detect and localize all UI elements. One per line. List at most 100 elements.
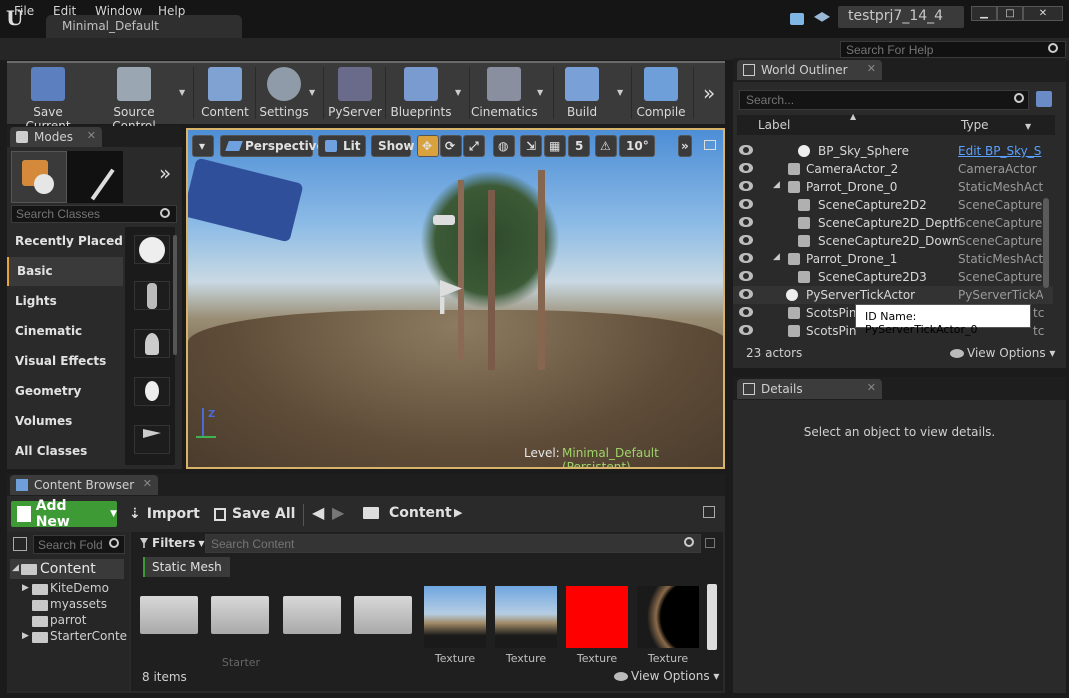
perspective-button[interactable]: Perspective [220, 135, 325, 157]
category-visual-effects[interactable]: Visual Effects [7, 347, 123, 376]
category-volumes[interactable]: Volumes [7, 407, 123, 436]
help-search-input[interactable] [840, 41, 1066, 58]
close-icon[interactable]: ✕ [143, 477, 152, 490]
filters-button[interactable]: Filters ▼ [140, 534, 205, 552]
camera-icon[interactable] [433, 215, 455, 225]
edit-blueprint-link[interactable]: Edit BP_Sky_S [958, 144, 1043, 158]
visibility-icon[interactable] [739, 145, 753, 155]
viewport-options-dropdown[interactable]: ▾ [192, 135, 214, 157]
content-search-input[interactable] [205, 534, 701, 553]
visibility-icon[interactable] [739, 307, 753, 317]
empty-character-item[interactable] [134, 281, 170, 310]
save-all-button[interactable]: Save All [214, 501, 295, 527]
save-current-button[interactable]: Save Current [9, 63, 87, 133]
settings-dropdown-icon[interactable]: ▼ [309, 88, 315, 97]
outliner-row[interactable]: BP_Sky_Sphere Edit BP_Sky_S [733, 142, 1053, 160]
content-button[interactable]: Content [197, 63, 253, 123]
expand-icon[interactable]: ◢ [773, 180, 780, 190]
modes-overflow-icon[interactable]: » [159, 161, 171, 185]
expand-icon[interactable]: ◢ [773, 252, 780, 262]
outliner-row[interactable]: ◢ Parrot_Drone_0 StaticMeshActc [733, 178, 1053, 196]
cinematics-button[interactable]: Cinematics [471, 63, 538, 123]
column-type[interactable]: Type [961, 118, 989, 132]
grid-snap-value[interactable]: 5 [568, 135, 590, 157]
column-label[interactable]: Label [758, 118, 790, 132]
filter-chip-static-mesh[interactable]: Static Mesh [143, 557, 230, 577]
blueprints-button[interactable]: Blueprints [389, 63, 453, 123]
lock-icon[interactable] [703, 506, 715, 518]
menu-file[interactable]: File [14, 4, 34, 18]
outliner-row[interactable]: SceneCapture2D_Depth SceneCapture2 [733, 214, 1053, 232]
feedback-icon[interactable] [790, 13, 804, 25]
player-start-item[interactable] [134, 425, 170, 454]
forward-arrow-icon[interactable]: ▶ [332, 503, 344, 522]
world-outliner-tab[interactable]: World Outliner ✕ [737, 60, 882, 80]
empty-pawn-item[interactable] [134, 329, 170, 358]
rotate-tool-icon[interactable]: ⟳ [440, 135, 462, 157]
minimize-button[interactable]: ▁ [971, 6, 997, 21]
blueprints-dropdown-icon[interactable]: ▼ [455, 88, 461, 97]
point-light-item[interactable] [134, 377, 170, 406]
camera-actor[interactable] [188, 157, 304, 243]
outliner-row[interactable]: CameraActor_2 CameraActor [733, 160, 1053, 178]
path-chevron-icon[interactable]: ▶ [454, 506, 462, 519]
source-control-button[interactable]: Source Control [91, 63, 177, 133]
close-icon[interactable]: ✕ [867, 62, 876, 75]
content-browser-tab[interactable]: Content Browser ✕ [10, 475, 158, 495]
search-classes-input[interactable] [11, 205, 177, 223]
asset-scrollbar[interactable] [707, 584, 717, 650]
close-icon[interactable]: ✕ [867, 381, 876, 394]
column-dropdown-icon[interactable]: ▼ [1025, 122, 1031, 131]
category-lights[interactable]: Lights [7, 287, 123, 316]
outliner-search-input[interactable] [739, 90, 1029, 110]
back-arrow-icon[interactable]: ◀ [312, 503, 324, 522]
maximize-viewport-icon[interactable] [704, 140, 716, 150]
add-folder-icon[interactable] [1036, 91, 1052, 107]
maximize-button[interactable]: □ [997, 6, 1023, 21]
build-button[interactable]: Build [557, 63, 607, 123]
details-tab[interactable]: Details ✕ [737, 379, 882, 399]
viewport-toolbar-overflow-icon[interactable]: » [678, 135, 692, 157]
category-basic[interactable]: Basic [7, 257, 123, 286]
build-dropdown-icon[interactable]: ▼ [617, 88, 623, 97]
texture-tile[interactable] [637, 586, 699, 648]
outliner-row[interactable]: SceneCapture2D2 SceneCapture2 [733, 196, 1053, 214]
outliner-scrollbar[interactable] [1043, 198, 1049, 288]
path-content[interactable]: Content [389, 505, 452, 521]
modes-scrollbar[interactable] [173, 235, 177, 355]
visibility-icon[interactable] [739, 325, 753, 335]
category-geometry[interactable]: Geometry [7, 377, 123, 406]
menu-edit[interactable]: Edit [53, 4, 76, 18]
modes-tab[interactable]: Modes ✕ [10, 127, 102, 147]
outliner-row[interactable]: PyServerTickActor PyServerTickAc [733, 286, 1053, 304]
menu-window[interactable]: Window [95, 4, 142, 18]
compile-button[interactable]: Compile [633, 63, 689, 123]
outliner-row[interactable]: SceneCapture2D3 SceneCapture2 [733, 268, 1053, 286]
source-control-dropdown-icon[interactable]: ▼ [179, 88, 185, 97]
cinematics-dropdown-icon[interactable]: ▼ [537, 88, 543, 97]
visibility-icon[interactable] [739, 199, 753, 209]
tree-item-myassets[interactable]: myassets [50, 597, 107, 611]
folder-tile[interactable] [283, 596, 341, 634]
pyserver-button[interactable]: PyServer [327, 63, 383, 123]
toolbar-overflow-icon[interactable]: » [703, 81, 715, 105]
paint-mode-tab[interactable] [67, 151, 123, 203]
texture-tile[interactable] [495, 586, 557, 648]
settings-button[interactable]: Settings [257, 63, 311, 123]
rotation-snap-icon[interactable]: ⚠ [595, 135, 617, 157]
outliner-row[interactable]: SceneCapture2D_Down SceneCapture2 [733, 232, 1053, 250]
tree-item-kitedemo[interactable]: KiteDemo [50, 581, 109, 595]
texture-tile[interactable] [566, 586, 628, 648]
visibility-icon[interactable] [739, 253, 753, 263]
sources-toggle-icon[interactable] [13, 537, 27, 551]
menu-help[interactable]: Help [158, 4, 185, 18]
tree-item-startercontent[interactable]: StarterConte [50, 629, 127, 643]
visibility-icon[interactable] [739, 163, 753, 173]
import-button[interactable]: ⇣ Import [129, 501, 200, 527]
level-viewport[interactable]: Z ▾ Perspective Lit Show ✥ ⟳ ⤢ ◍ ⇲ ▦ 5 ⚠… [186, 128, 725, 469]
grid-snap-icon[interactable]: ▦ [544, 135, 566, 157]
content-view-options-button[interactable]: View Options ▾ [614, 669, 719, 683]
add-new-button[interactable]: Add New ▼ [11, 498, 117, 530]
show-button[interactable]: Show [371, 135, 415, 157]
folder-tile[interactable] [211, 596, 269, 634]
